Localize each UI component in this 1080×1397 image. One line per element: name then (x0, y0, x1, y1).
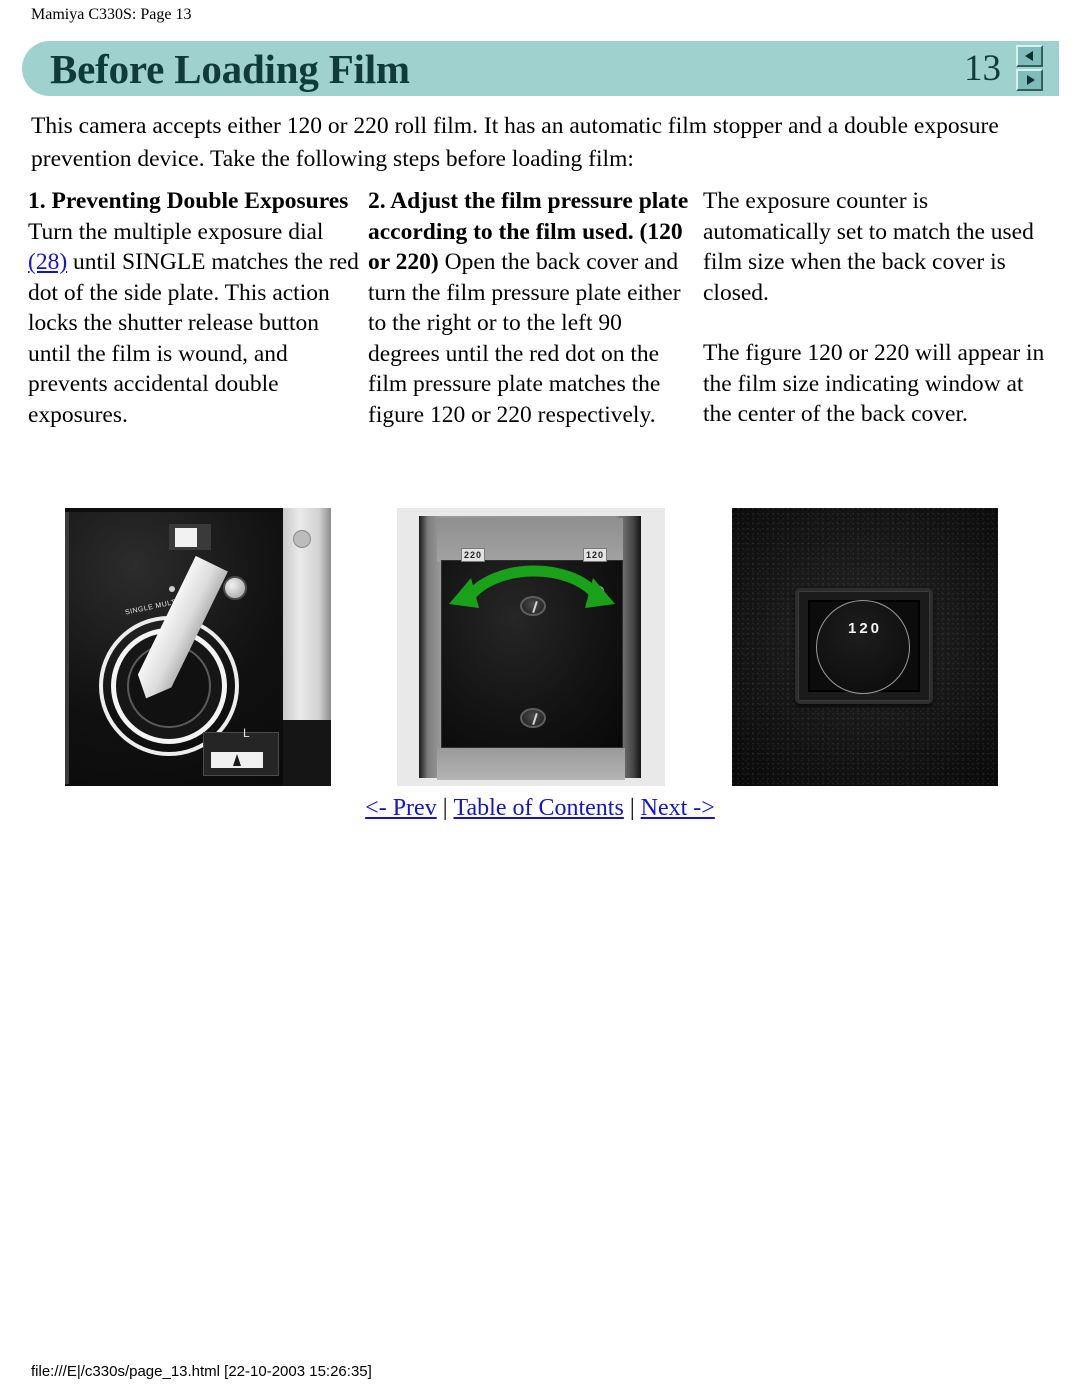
figure-film-pressure-plate: 220 120 (397, 508, 665, 786)
figure-side-plate-multiple-exposure-dial: SINGLE MULTI L (65, 508, 331, 786)
running-head: Mamiya C330S: Page 13 (31, 6, 192, 23)
rotation-arrow-annotation (441, 556, 623, 623)
winding-crank-knob (223, 576, 247, 600)
triangle-right-icon (1024, 74, 1036, 86)
side-plate-red-dot (169, 586, 175, 592)
shutter-lock-label: L (243, 726, 250, 740)
film-size-indicator-disc (816, 600, 910, 694)
step-1-text-before-link: Turn the multiple exposure dial (28, 218, 324, 245)
page-reference-link[interactable]: (28) (28, 249, 67, 275)
page-number: 13 (964, 47, 1001, 89)
note-paragraph-2: The figure 120 or 220 will appear in the… (703, 340, 1045, 427)
step-2-text: Open the back cover and turn the film pr… (368, 249, 681, 428)
nav-separator-2: | (629, 795, 635, 821)
prev-page-link[interactable]: <- Prev (365, 795, 437, 821)
step-1-text-after-link: until SINGLE matches the red dot of the … (28, 249, 359, 428)
film-chamber-lower-rail (437, 748, 625, 780)
table-of-contents-link[interactable]: Table of Contents (454, 795, 624, 821)
title-banner: Before Loading Film 13 (22, 41, 1059, 96)
triangle-left-icon (1024, 50, 1036, 62)
camera-side-edge-lower (283, 720, 331, 786)
intro-paragraph: This camera accepts either 120 or 220 ro… (31, 113, 999, 172)
note-paragraph-1: The exposure counter is automatically se… (703, 188, 1034, 306)
prev-page-arrow-button[interactable] (1016, 45, 1043, 67)
page-title: Before Loading Film (50, 45, 410, 92)
instruction-column-3: The exposure counter is automatically se… (703, 186, 1048, 430)
figure-film-size-indicating-window: 120 (732, 508, 998, 786)
screw-slot (532, 712, 538, 726)
next-page-link[interactable]: Next -> (641, 795, 715, 821)
nav-separator-1: | (442, 795, 448, 821)
counter-window (175, 528, 197, 547)
footer-file-path: file:///E|/c330s/page_13.html [22-10-200… (31, 1363, 372, 1380)
page-nav-arrows (1016, 45, 1046, 93)
instruction-columns: 1. Preventing Double Exposures Turn the … (28, 186, 1048, 430)
figure-row: SINGLE MULTI L 220 120 120 (0, 508, 1080, 786)
instruction-column-1: 1. Preventing Double Exposures Turn the … (28, 186, 368, 430)
film-size-window-value: 120 (847, 620, 883, 637)
instruction-column-2: 2. Adjust the film pressure plate accord… (368, 186, 703, 430)
step-1-heading: 1. Preventing Double Exposures (28, 188, 349, 214)
next-page-arrow-button[interactable] (1016, 69, 1043, 91)
bottom-page-navigation: <- Prev | Table of Contents | Next -> (0, 793, 1080, 823)
side-plate-screw (293, 530, 311, 548)
pressure-plate-screw-lower (520, 708, 546, 728)
